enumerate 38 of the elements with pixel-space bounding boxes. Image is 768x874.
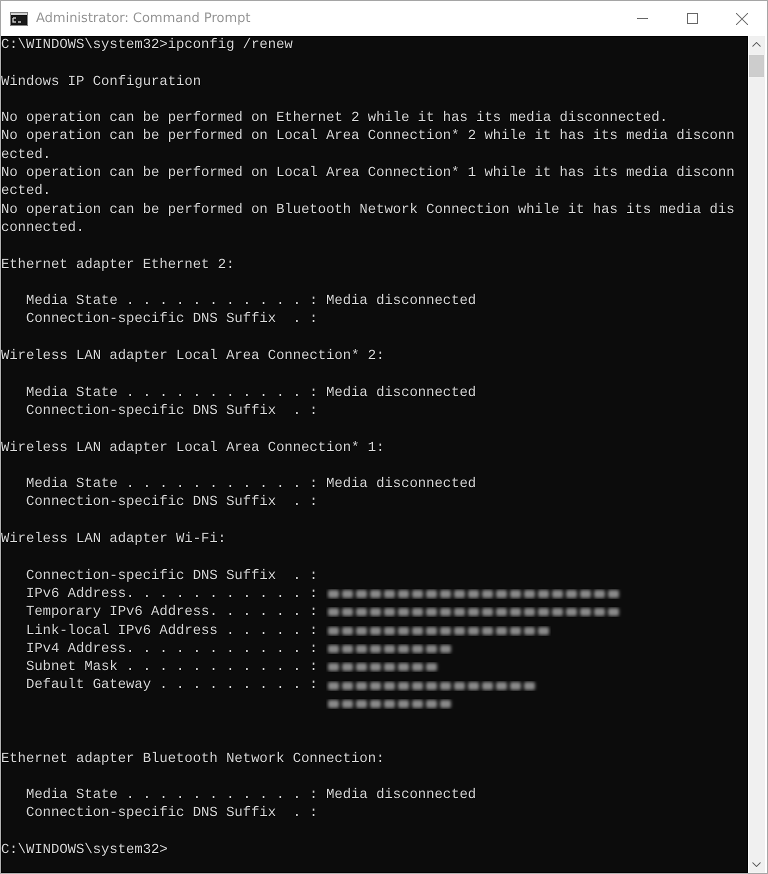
console-text: No operation can be performed on Local Area Connection* 2 while it has its media disconn [1, 127, 735, 146]
console-text: connected. [1, 218, 84, 238]
scroll-bar[interactable] [748, 36, 765, 873]
window-title: Administrator: Command Prompt [36, 11, 250, 26]
scroll-down-icon [752, 862, 761, 867]
console-text: C:\WINDOWS\system32> [1, 841, 168, 860]
console-text: ected. [1, 146, 52, 164]
scroll-thumb[interactable] [749, 55, 764, 77]
console-text: No operation can be performed on Ethernet 2 while it has its media disconnected. [1, 109, 668, 128]
console-text: Media State . . . . . . . . . . . : Media disconnected [25, 384, 476, 402]
console-text: Ethernet adapter Ethernet 2: [1, 256, 234, 274]
console-text: Connection-specific DNS Suffix . : [25, 402, 318, 420]
close-icon [736, 12, 748, 24]
console-text: Default Gateway . . . . . . . . . : [25, 676, 318, 695]
console-text: Connection-specific DNS Suffix . : [25, 310, 318, 329]
console-text: Link-local IPv6 Address . . . . . : [25, 622, 318, 640]
scroll-up-icon [752, 42, 761, 47]
console-text: Wireless LAN adapter Local Area Connection* 2: [1, 347, 384, 366]
console-text: Windows IP Configuration [1, 72, 202, 91]
console-text: Subnet Mask . . . . . . . . . . . : [25, 658, 318, 676]
console-text: Connection-specific DNS Suffix . : [25, 804, 318, 823]
console-text: Wireless LAN adapter Wi-Fi: [1, 530, 226, 548]
console-text: Connection-specific DNS Suffix . : [25, 493, 318, 512]
console-app-icon [10, 12, 28, 26]
console-text: No operation can be performed on Bluetooth Network Connection while it has its media dis [1, 200, 735, 219]
console-text: Media State . . . . . . . . . . . : Media disconnected [25, 786, 476, 804]
console-text: C:\WINDOWS\system32>ipconfig /renew [1, 36, 293, 54]
console-text: Wireless LAN adapter Local Area Connection* 1: [1, 438, 384, 457]
maximize-icon [686, 13, 698, 24]
console-text: IPv4 Address. . . . . . . . . . . : [25, 640, 318, 658]
console-text: ected. [1, 182, 52, 201]
console-text: No operation can be performed on Local Area Connection* 1 while it has its media disconn [1, 164, 735, 182]
console-text: Media State . . . . . . . . . . . : Media disconnected [25, 292, 476, 310]
console-text: Temporary IPv6 Address. . . . . . : [25, 603, 318, 622]
console-text: IPv6 Address. . . . . . . . . . . : [25, 584, 318, 604]
console-text: Ethernet adapter Bluetooth Network Connection: [1, 750, 384, 768]
console-text: Media State . . . . . . . . . . . : Media disconnected [25, 475, 476, 494]
console-text: Connection-specific DNS Suffix . : [25, 566, 318, 585]
